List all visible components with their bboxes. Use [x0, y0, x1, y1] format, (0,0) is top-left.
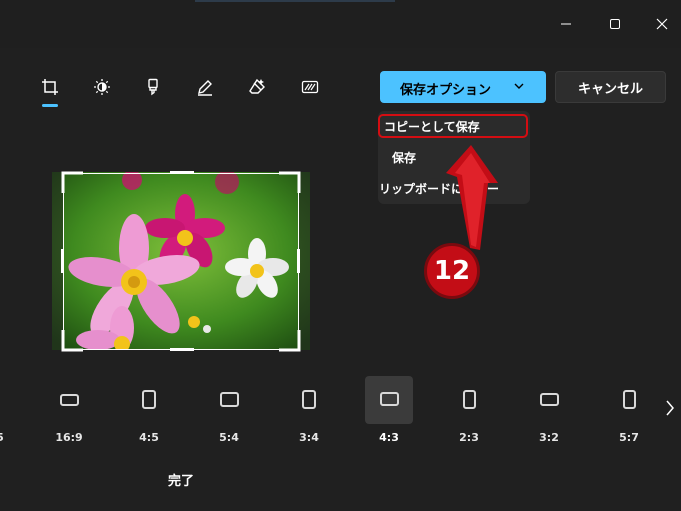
ratio-2-3-label[interactable]: 2:3: [439, 431, 499, 444]
ratio-3-4-label[interactable]: 3:4: [279, 431, 339, 444]
crop-handle-left[interactable]: [61, 249, 64, 273]
erase-tool[interactable]: [247, 77, 267, 97]
ratio-3-4-icon[interactable]: [302, 390, 316, 409]
cancel-button[interactable]: キャンセル: [555, 71, 666, 103]
markup-pen-icon: [148, 78, 158, 96]
brightness-icon: [94, 79, 110, 95]
minimize-icon: [561, 23, 571, 25]
close-icon: [656, 18, 668, 30]
ratio-label-partial[interactable]: 5: [0, 431, 30, 444]
ratio-4-5-icon[interactable]: [142, 390, 156, 409]
chevron-right-icon[interactable]: [664, 399, 676, 417]
chevron-down-icon: [514, 83, 524, 89]
maximize-button[interactable]: [603, 13, 627, 35]
active-tool-indicator: [42, 104, 58, 107]
step-number-badge: 12: [424, 243, 480, 299]
ratio-16-9-icon[interactable]: [60, 394, 79, 406]
maximize-icon: [610, 19, 620, 29]
close-button[interactable]: [650, 13, 674, 35]
ratio-3-2-icon[interactable]: [540, 393, 559, 406]
save-options-label: 保存オプション: [400, 83, 492, 98]
ratio-16-9-label[interactable]: 16:9: [39, 431, 99, 444]
crop-tool[interactable]: [40, 77, 60, 97]
ratio-3-2-label[interactable]: 3:2: [519, 431, 579, 444]
done-button[interactable]: 完了: [168, 470, 194, 489]
background-blur-tool[interactable]: [300, 77, 320, 97]
ratio-5-4-icon[interactable]: [220, 392, 239, 407]
crop-handle-top-right[interactable]: [279, 171, 301, 193]
minimize-button[interactable]: [554, 13, 578, 35]
ratio-5-7-icon[interactable]: [623, 390, 636, 409]
markup-tool[interactable]: [143, 77, 163, 97]
crop-handle-top[interactable]: [170, 171, 194, 174]
crop-handle-right[interactable]: [297, 249, 300, 273]
crop-handle-bottom-left[interactable]: [61, 330, 83, 352]
title-bar: [0, 0, 681, 48]
crop-handle-bottom[interactable]: [170, 348, 194, 351]
ratio-4-3-icon[interactable]: [380, 392, 399, 406]
crop-handle-bottom-right[interactable]: [279, 330, 301, 352]
ratio-2-3-icon[interactable]: [463, 390, 476, 409]
crop-frame[interactable]: [63, 173, 299, 350]
draw-tool[interactable]: [195, 77, 215, 97]
adjust-tool[interactable]: [92, 77, 112, 97]
title-bar-accent: [195, 0, 395, 2]
erase-icon: [249, 78, 265, 94]
ratio-4-5-label[interactable]: 4:5: [119, 431, 179, 444]
save-options-button[interactable]: 保存オプション: [380, 71, 546, 103]
crop-icon: [42, 79, 58, 95]
ratio-4-3-label[interactable]: 4:3: [359, 431, 419, 444]
annotation-arrow: [446, 145, 498, 250]
ratio-5-4-label[interactable]: 5:4: [199, 431, 259, 444]
crop-handle-top-left[interactable]: [61, 171, 83, 193]
draw-icon: [198, 80, 212, 96]
ratio-5-7-label[interactable]: 5:7: [599, 431, 659, 444]
blur-background-icon: [301, 80, 319, 94]
